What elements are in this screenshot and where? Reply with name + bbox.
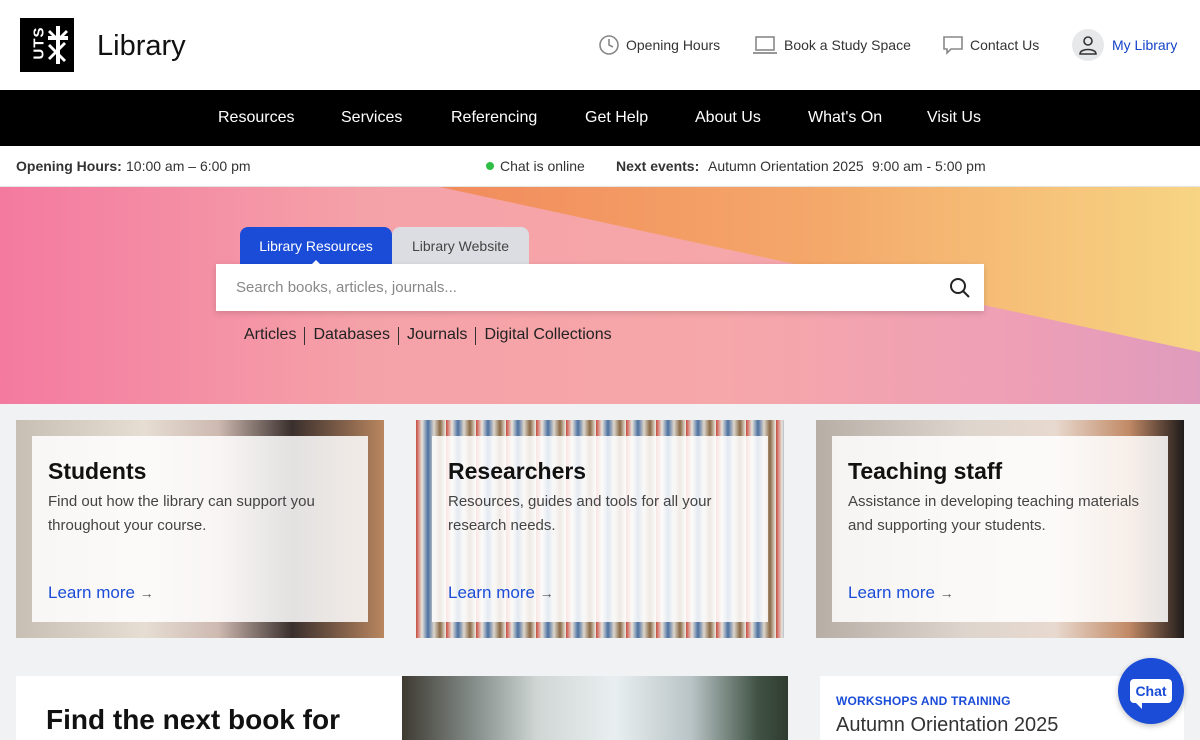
opening-hours-link[interactable]: Opening Hours	[598, 32, 720, 58]
feature-title: Find the next book for	[46, 704, 340, 735]
feature-photo	[402, 676, 788, 740]
info-bar: Opening Hours: 10:00 am – 6:00 pm Chat i…	[0, 146, 1200, 187]
quick-links: Articles Databases Journals Digital Coll…	[244, 326, 612, 345]
book-study-space-link[interactable]: Book a Study Space	[752, 32, 911, 58]
laptop-icon	[753, 36, 777, 54]
events-label: Next events:	[616, 158, 700, 174]
event-kicker: WORKSHOPS AND TRAINING	[836, 694, 1011, 708]
learn-more-link[interactable]: Learn more →	[448, 583, 554, 603]
card-text: Find out how the library can support you…	[48, 493, 315, 534]
card-panel: Teaching staff Assistance in developing …	[832, 436, 1168, 622]
quick-link-articles[interactable]: Articles	[244, 326, 296, 344]
card-text: Assistance in developing teaching materi…	[848, 493, 1139, 534]
nav-referencing[interactable]: Referencing	[451, 109, 537, 127]
hours-label: Opening Hours:	[16, 158, 122, 174]
main-nav: Resources Services Referencing Get Help …	[0, 90, 1200, 146]
nav-visit-us[interactable]: Visit Us	[927, 109, 981, 127]
events-time: 9:00 am - 5:00 pm	[872, 158, 986, 174]
card-panel: Students Find out how the library can su…	[32, 436, 368, 622]
nav-services[interactable]: Services	[341, 109, 402, 127]
tab-library-resources[interactable]: Library Resources	[240, 227, 392, 266]
arrow-right-icon: →	[139, 585, 154, 601]
card-title: Teaching staff	[848, 458, 1003, 484]
search-input[interactable]	[216, 264, 936, 311]
clock-icon	[599, 35, 619, 55]
search-icon[interactable]	[948, 276, 972, 300]
divider	[397, 327, 399, 345]
nav-get-help[interactable]: Get Help	[585, 109, 648, 127]
feature-panel: Find the next book for	[16, 676, 402, 740]
learn-more-link[interactable]: Learn more →	[848, 583, 954, 603]
quick-link-databases[interactable]: Databases	[313, 326, 390, 344]
contact-us-link[interactable]: Contact Us	[942, 32, 1039, 58]
nav-about-us[interactable]: About Us	[695, 109, 761, 127]
logo-mark-icon	[48, 26, 68, 64]
chat-bubble-icon	[943, 36, 963, 55]
card-title: Researchers	[448, 458, 587, 484]
card-students[interactable]: Students Find out how the library can su…	[16, 420, 384, 638]
chat-button[interactable]: Chat	[1118, 658, 1184, 724]
chat-status[interactable]: Chat is online	[486, 158, 585, 174]
learn-more-link[interactable]: Learn more →	[48, 583, 154, 603]
logo-text: UTS	[30, 26, 48, 60]
opening-hours-label: Opening Hours	[626, 37, 721, 53]
quick-link-journals[interactable]: Journals	[407, 326, 467, 344]
site-header: UTS Library Opening Hours Book a Study S…	[0, 0, 1200, 90]
card-panel: Researchers Resources, guides and tools …	[432, 436, 768, 622]
divider	[475, 327, 477, 345]
search-box	[216, 264, 984, 311]
my-library-label: My Library	[1112, 37, 1178, 53]
arrow-right-icon: →	[539, 585, 554, 601]
card-teaching-staff[interactable]: Teaching staff Assistance in developing …	[816, 420, 1184, 638]
contact-us-label: Contact Us	[970, 37, 1040, 53]
site-brand[interactable]: Library	[97, 30, 186, 63]
card-text: Resources, guides and tools for all your…	[448, 493, 712, 534]
nav-resources[interactable]: Resources	[218, 109, 294, 127]
uts-logo[interactable]: UTS	[20, 18, 74, 72]
online-status-icon	[486, 162, 494, 171]
quick-link-digital-collections[interactable]: Digital Collections	[484, 326, 611, 344]
card-title: Students	[48, 458, 147, 484]
card-researchers[interactable]: Researchers Resources, guides and tools …	[416, 420, 784, 638]
divider	[304, 327, 306, 345]
nav-whats-on[interactable]: What's On	[808, 109, 882, 127]
my-library-link[interactable]: My Library	[1072, 29, 1177, 61]
search-hero: Library Resources Library Website Articl…	[0, 187, 1200, 404]
tab-library-website[interactable]: Library Website	[392, 227, 529, 265]
arrow-right-icon: →	[939, 585, 954, 601]
user-icon	[1072, 29, 1104, 61]
hours-value: 10:00 am – 6:00 pm	[126, 158, 251, 174]
events-value[interactable]: Autumn Orientation 2025	[708, 158, 864, 174]
event-title[interactable]: Autumn Orientation 2025	[836, 714, 1058, 737]
chat-label: Chat	[1130, 679, 1172, 709]
book-study-space-label: Book a Study Space	[784, 37, 911, 53]
